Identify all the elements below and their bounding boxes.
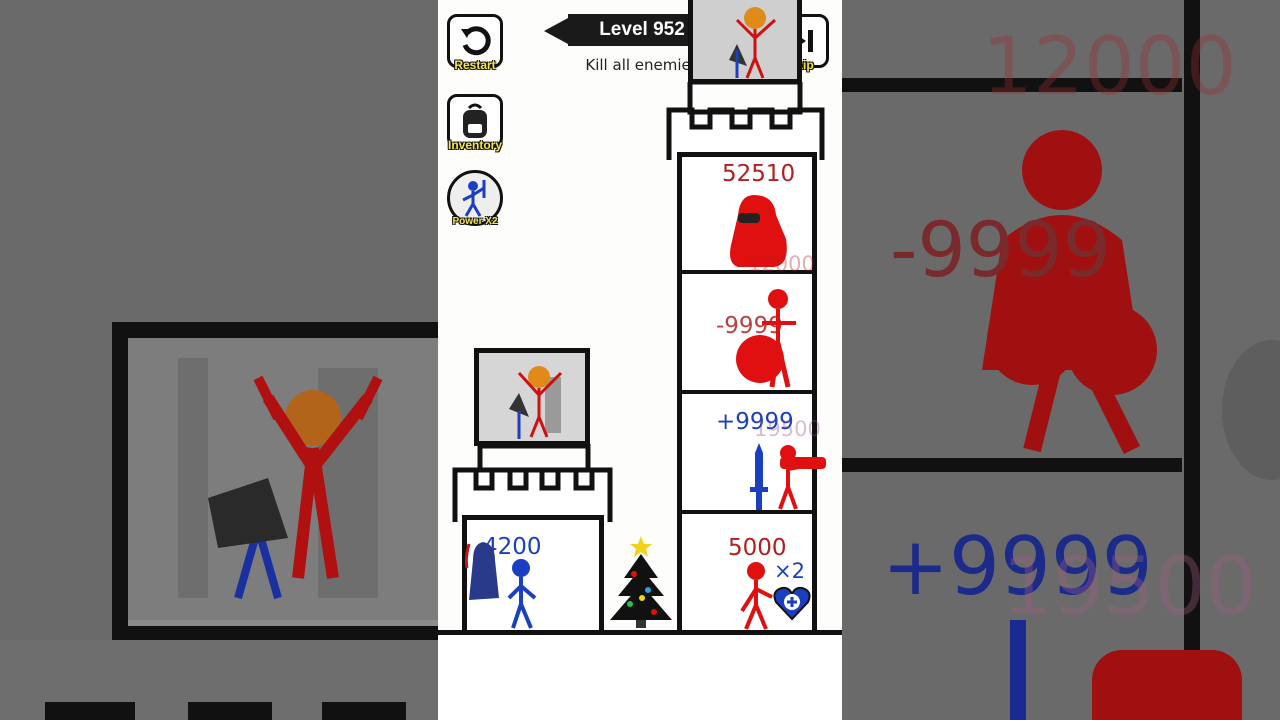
enemy-floor-2[interactable]: -9999 <box>682 275 812 390</box>
backpack-icon <box>463 103 487 138</box>
zoomed-number-19500: 19500 <box>1002 540 1257 633</box>
inventory-button[interactable]: Inventory <box>446 94 504 152</box>
enemy-floor-4[interactable]: 5000 ×2 <box>682 515 812 630</box>
enemy-tower-battlement <box>666 82 825 160</box>
zoomed-number-minus: -9999 <box>890 205 1111 294</box>
banner-tail-left <box>544 18 568 44</box>
zoomed-background-right: 12000 -9999 +9999 19500 <box>842 0 1280 720</box>
enemy-power-value: 5000 <box>728 535 787 561</box>
stickman-power-icon <box>462 180 486 217</box>
enemy-power-value: 52510 <box>722 161 796 187</box>
enemy-stickman <box>740 562 773 630</box>
inventory-label: Inventory <box>447 138 502 152</box>
player-tower-battlement <box>452 444 613 522</box>
enemy-boss-portrait <box>688 0 802 84</box>
hero-portrait <box>474 348 590 446</box>
restart-label: Restart <box>454 58 496 72</box>
hero-floor[interactable]: 4200 <box>465 520 599 630</box>
bottom-area <box>438 635 842 720</box>
zoomed-background-left <box>0 0 438 720</box>
damage-overlay-number: 19500 <box>754 417 821 441</box>
power-label: Power X2 <box>452 216 498 227</box>
health-multiplier: ×2 <box>774 559 805 583</box>
christmas-tree-decoration <box>610 536 672 628</box>
enemy-bazooka-stickman <box>778 445 826 510</box>
hero-stickman <box>507 559 537 629</box>
zoomed-number-12000: 12000 <box>982 20 1237 113</box>
health-potion-heart-icon[interactable] <box>773 585 811 621</box>
power-x2-button[interactable]: Power X2 <box>446 170 504 227</box>
reaper-cloak-accessory <box>465 542 499 600</box>
enemy-floor-1[interactable]: 52510 12000 <box>682 155 815 276</box>
restart-icon <box>461 26 491 56</box>
game-screen: Restart Inventory Power X2 Level 952 Kil… <box>438 0 842 720</box>
zoomed-portrait-scene <box>178 358 383 600</box>
blue-sword-item <box>750 443 768 510</box>
restart-button[interactable]: Restart <box>446 14 504 72</box>
enemy-spiky-monster <box>736 289 796 388</box>
damage-overlay-number: 12000 <box>748 252 815 276</box>
enemy-floor-3[interactable]: +9999 19500 <box>682 395 826 510</box>
